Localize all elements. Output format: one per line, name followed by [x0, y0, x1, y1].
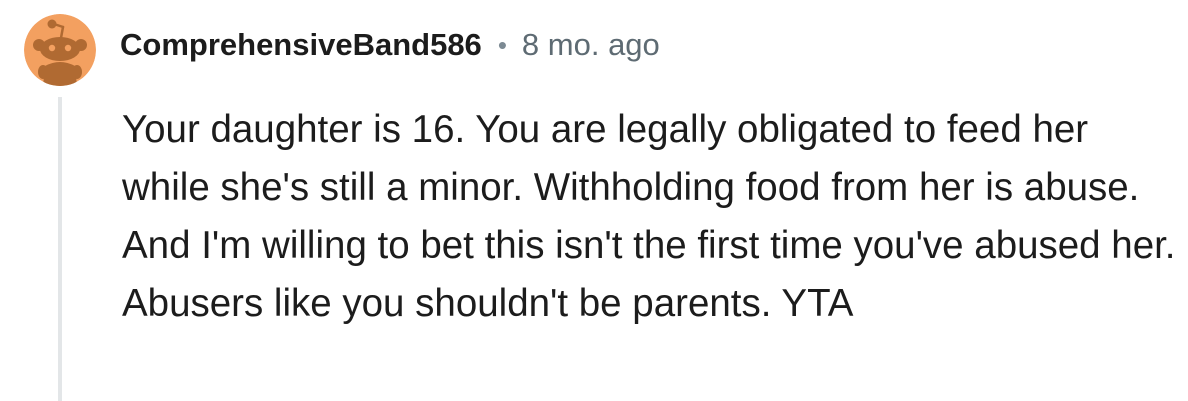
snoo-avatar-icon [24, 14, 96, 86]
thread-line[interactable] [58, 97, 62, 401]
username-link[interactable]: ComprehensiveBand586 [120, 27, 482, 63]
separator-dot: • [497, 29, 507, 60]
comment: ComprehensiveBand586 • 8 mo. ago Your da… [0, 0, 1188, 401]
comment-header: ComprehensiveBand586 • 8 mo. ago [120, 22, 660, 68]
comment-body: Your daughter is 16. You are legally obl… [122, 108, 1176, 325]
timestamp[interactable]: 8 mo. ago [522, 27, 660, 63]
avatar[interactable] [24, 14, 96, 86]
